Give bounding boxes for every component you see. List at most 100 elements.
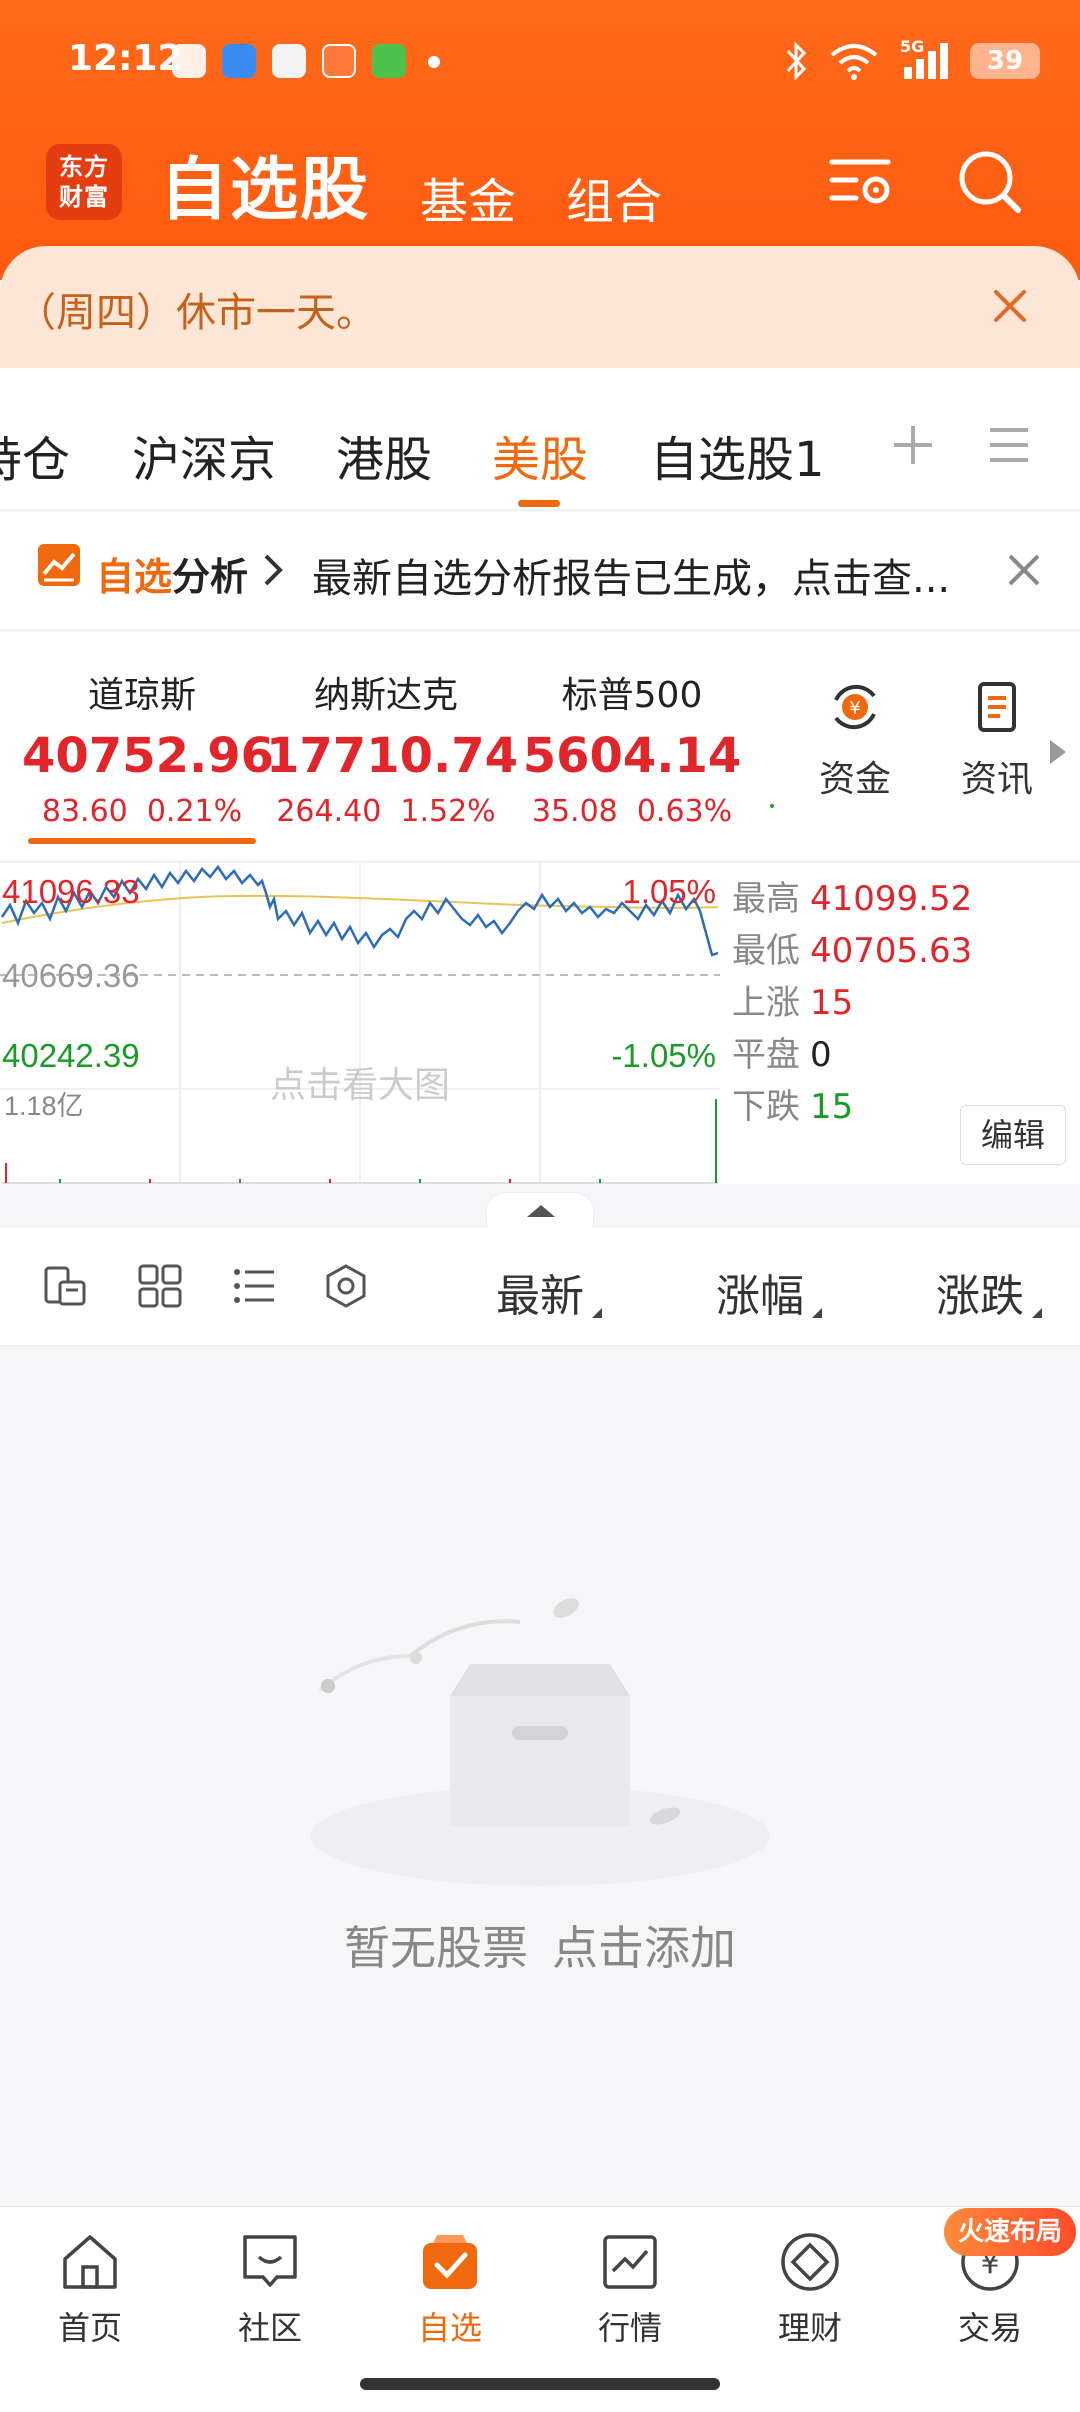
scroll-right-icon[interactable]: [1050, 740, 1066, 764]
index-value: 40752.96: [22, 728, 275, 784]
wechat-icon: [172, 44, 206, 78]
index-change: 83.60 0.21%: [41, 794, 243, 829]
nav-watchlist[interactable]: 自选: [380, 2229, 520, 2349]
index-card-nasdaq[interactable]: 纳斯达克 17710.74 264.40 1.52%: [266, 666, 518, 829]
fund-flow-button[interactable]: ¥ 资金: [800, 678, 910, 802]
sort-pct-change[interactable]: 涨幅: [716, 1260, 822, 1324]
app-notification-icon: [372, 44, 406, 78]
card-view-icon[interactable]: [42, 1262, 90, 1310]
home-indicator[interactable]: [360, 2378, 720, 2390]
index-name: 道琼斯: [87, 675, 196, 716]
empty-text-no-stocks: 暂无股票: [344, 1921, 528, 1975]
collapse-chart-button[interactable]: [486, 1192, 594, 1228]
intraday-chart[interactable]: 41096.33 40669.36 40242.39 1.05% -1.05% …: [0, 863, 720, 1185]
wifi-icon: [830, 44, 878, 80]
tab-watchlist-1[interactable]: 自选股1: [650, 420, 825, 490]
search-icon[interactable]: [954, 146, 1024, 216]
nav-home[interactable]: 首页: [20, 2229, 160, 2349]
nav-community[interactable]: 社区: [200, 2229, 340, 2349]
promo-badge[interactable]: 火速布局: [944, 2208, 1077, 2256]
list-toolbar: 最新 涨幅 涨跌: [0, 1228, 1080, 1346]
tab-holdings[interactable]: 持仓: [0, 420, 70, 490]
chart-mid-price: 40669.36: [2, 957, 140, 994]
stat-flat: 平盘 0: [732, 1035, 832, 1075]
empty-text-add[interactable]: 点击添加: [552, 1921, 736, 1975]
nav-label: 社区: [237, 2309, 302, 2347]
index-quotes: 道琼斯 40752.96 83.60 0.21% 纳斯达克 17710.74 2…: [0, 632, 1080, 860]
edit-button[interactable]: 编辑: [960, 1105, 1066, 1165]
news-label: 资讯: [960, 759, 1033, 800]
active-tab-indicator: [518, 500, 560, 507]
nav-label: 自选: [417, 2309, 482, 2347]
chart-volume: 1.18亿: [4, 1091, 84, 1121]
battery-indicator: 39: [970, 43, 1040, 79]
header-tab-fund[interactable]: 基金: [420, 162, 516, 232]
community-icon: [243, 2235, 297, 2287]
close-icon[interactable]: [984, 280, 1036, 332]
add-group-icon[interactable]: [888, 420, 938, 470]
chart-hint: 点击看大图: [270, 1065, 450, 1106]
network-type: 5G: [900, 37, 925, 56]
header-tab-portfolio[interactable]: 组合: [566, 162, 662, 232]
index-card-sp500[interactable]: 标普500 5604.14 35.08 0.63%: [512, 666, 752, 829]
intraday-chart-panel[interactable]: 41096.33 40669.36 40242.39 1.05% -1.05% …: [0, 862, 1080, 1184]
app-notification-icon: [272, 44, 306, 78]
svg-text:¥: ¥: [849, 698, 860, 719]
chart-top-pct: 1.05%: [622, 873, 716, 910]
empty-message[interactable]: 暂无股票 点击添加: [0, 1912, 1080, 1978]
fund-flow-icon: ¥: [834, 684, 876, 730]
app-notification-icon: [222, 44, 256, 78]
index-value: 5604.14: [522, 728, 742, 784]
tab-us-stocks[interactable]: 美股: [492, 420, 588, 490]
chart-bottom-pct: -1.05%: [611, 1037, 716, 1074]
index-change: 264.40 1.52%: [276, 794, 496, 829]
bluetooth-icon: [786, 41, 807, 81]
analysis-title: 自选分析: [96, 546, 248, 601]
settings-list-icon[interactable]: [826, 146, 896, 216]
active-index-indicator: [28, 838, 256, 844]
market-icon: [603, 2235, 657, 2289]
sort-latest[interactable]: 最新: [496, 1260, 602, 1324]
app-header: 12:12 5G 39 东方 财富 自选股 基金 组合: [0, 0, 1080, 280]
signal-icon: 5G: [898, 37, 952, 81]
nav-market[interactable]: 行情: [560, 2229, 700, 2349]
sort-change[interactable]: 涨跌: [936, 1260, 1042, 1324]
nav-wealth[interactable]: 理财: [740, 2229, 880, 2349]
holiday-notice: （周四）休市一天。: [0, 246, 1080, 368]
analysis-chart-icon: [38, 544, 80, 586]
chevron-right-icon: [264, 554, 283, 586]
news-button[interactable]: 资讯: [942, 678, 1052, 802]
tab-shanghai-shenzhen[interactable]: 沪深京: [132, 420, 276, 490]
market-tabs: 持仓 沪深京 港股 美股 自选股1: [0, 368, 1080, 510]
notice-text: （周四）休市一天。: [16, 290, 376, 336]
tab-hk-stocks[interactable]: 港股: [336, 420, 432, 490]
target-icon[interactable]: [322, 1262, 370, 1310]
index-change: 35.08 0.63%: [531, 794, 733, 829]
watchlist-icon: [423, 2235, 477, 2289]
close-icon[interactable]: [1002, 548, 1046, 592]
grid-view-icon[interactable]: [136, 1262, 184, 1310]
page-title[interactable]: 自选股: [160, 134, 370, 233]
empty-watchlist[interactable]: 暂无股票 点击添加: [0, 1346, 1080, 2206]
market-stats: 最高 41099.52 最低 40705.63 上涨 15 平盘 0 下跌 15: [732, 871, 1072, 1131]
status-bar: 12:12 5G 39: [0, 0, 1080, 120]
index-name: 纳斯达克: [313, 675, 458, 716]
index-name: 标普500: [561, 675, 703, 716]
list-view-icon[interactable]: [230, 1262, 278, 1310]
fund-flow-label: 资金: [818, 759, 891, 800]
app-logo[interactable]: 东方 财富: [46, 144, 122, 220]
empty-box-illustration: [310, 1598, 770, 1886]
stat-high: 最高 41099.52: [732, 879, 973, 919]
nav-label: 交易: [957, 2309, 1022, 2347]
app-notification-icon: [322, 44, 356, 78]
page-dot: [770, 804, 774, 808]
analysis-message: 最新自选分析报告已生成，点击查...: [312, 556, 951, 602]
nav-label: 首页: [57, 2309, 122, 2347]
watchlist-analysis-banner[interactable]: 自选分析 最新自选分析报告已生成，点击查...: [0, 512, 1080, 630]
chart-top-price: 41096.33: [2, 873, 140, 910]
index-card-dow[interactable]: 道琼斯 40752.96 83.60 0.21%: [22, 666, 275, 829]
nav-label: 理财: [777, 2309, 842, 2347]
home-icon: [63, 2235, 117, 2289]
more-notifications-dot: [428, 56, 440, 68]
manage-groups-icon[interactable]: [984, 420, 1034, 470]
